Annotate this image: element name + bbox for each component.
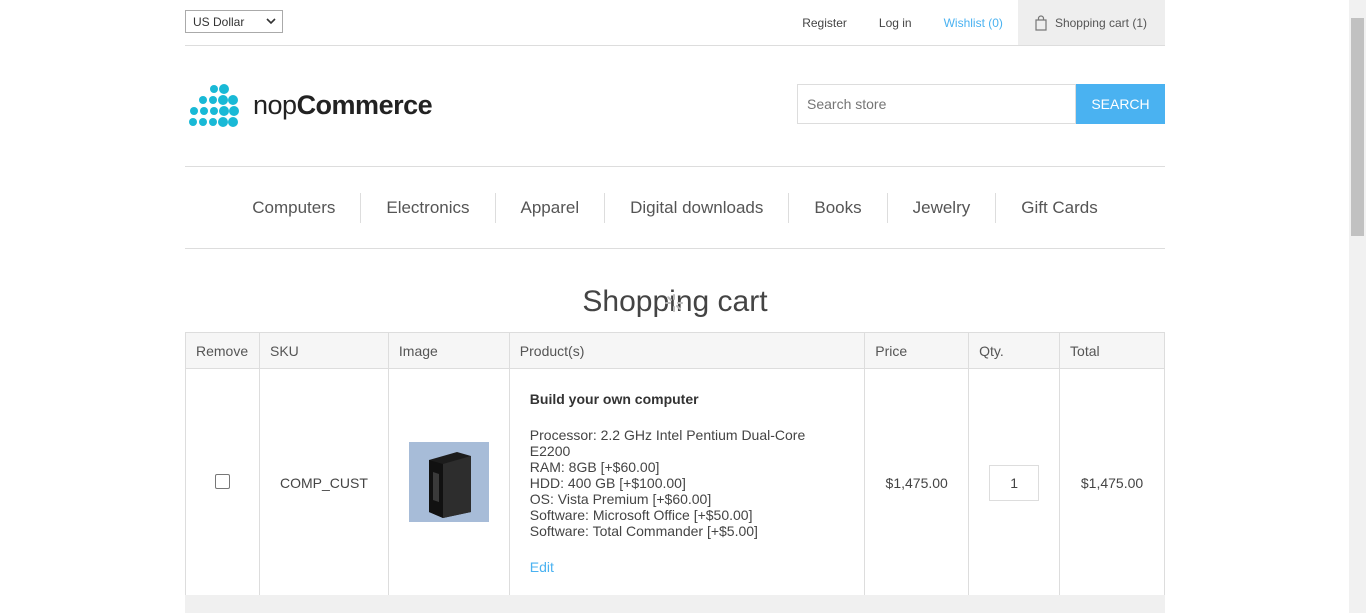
register-link[interactable]: Register: [802, 16, 847, 30]
column-header-qty: Qty.: [968, 332, 1061, 369]
scrollbar-thumb[interactable]: [1351, 18, 1364, 236]
product-cell: Build your own computer Processor: 2.2 G…: [508, 368, 866, 598]
login-link[interactable]: Log in: [879, 16, 912, 30]
top-menu: Computers Electronics Apparel Digital do…: [185, 166, 1165, 249]
table-row: COMP_CUST Build your own computer Proces…: [185, 368, 1165, 598]
nav-item-computers[interactable]: Computers: [227, 192, 362, 223]
currency-value: US Dollar: [193, 15, 245, 29]
computer-tower-icon: [428, 451, 471, 518]
product-attribute-os: OS: Vista Premium [+$60.00]: [529, 491, 712, 507]
loading-spinner-icon: [665, 294, 683, 312]
shopping-cart-label: Shopping cart (1): [1054, 15, 1147, 30]
subtotal: $1,475.00: [1059, 368, 1165, 598]
remove-cell: [185, 368, 260, 598]
edit-link[interactable]: Edit: [530, 559, 844, 575]
header-links: Register Log in Wishlist (0) Shopping ca…: [786, 0, 1165, 45]
nav-item-digital-downloads[interactable]: Digital downloads: [605, 192, 790, 223]
unit-price: $1,475.00: [864, 368, 970, 598]
logo-text: nopCommerce: [253, 89, 433, 120]
image-cell: [387, 368, 510, 598]
quantity-input[interactable]: 1: [989, 465, 1040, 501]
remove-checkbox[interactable]: [214, 474, 230, 489]
currency-selector[interactable]: US Dollar: [185, 10, 283, 33]
qty-cell: 1: [968, 368, 1061, 598]
product-attribute-software-commander: Software: Total Commander [+$5.00]: [529, 523, 758, 539]
product-name[interactable]: Build your own computer: [530, 391, 844, 407]
column-header-image: Image: [387, 332, 510, 369]
nav-item-books[interactable]: Books: [789, 192, 888, 223]
wishlist-link[interactable]: Wishlist (0): [944, 16, 1003, 30]
cart-table: Remove SKU Image Product(s) Price Qty. T…: [185, 332, 1165, 598]
product-attribute-ram: RAM: 8GB [+$60.00]: [529, 459, 660, 475]
table-header-row: Remove SKU Image Product(s) Price Qty. T…: [185, 332, 1165, 369]
search-input[interactable]: [797, 84, 1076, 124]
product-attribute-processor: Processor: 2.2 GHz Intel Pentium Dual-Co…: [529, 427, 806, 459]
sku-value: COMP_CUST: [258, 368, 389, 598]
product-attribute-software-office: Software: Microsoft Office [+$50.00]: [529, 507, 753, 523]
shopping-bag-icon: [1035, 14, 1047, 31]
column-header-remove: Remove: [185, 332, 260, 369]
column-header-sku: SKU: [258, 332, 389, 369]
header-top-bar: US Dollar Register Log in Wishlist (0) S…: [185, 0, 1165, 46]
product-attribute-hdd: HDD: 400 GB [+$100.00]: [529, 475, 686, 491]
nav-item-gift-cards[interactable]: Gift Cards: [996, 193, 1123, 223]
nav-item-apparel[interactable]: Apparel: [496, 192, 606, 223]
search-button[interactable]: SEARCH: [1076, 84, 1165, 124]
nav-item-jewelry[interactable]: Jewelry: [888, 192, 997, 223]
nav-item-electronics[interactable]: Electronics: [361, 192, 496, 223]
column-header-total: Total: [1059, 332, 1165, 369]
column-header-products: Product(s): [508, 332, 866, 369]
logo-dots-icon: [189, 84, 239, 127]
shopping-cart-link[interactable]: Shopping cart (1): [1017, 0, 1165, 45]
store-logo[interactable]: nopCommerce: [185, 80, 435, 130]
product-image[interactable]: [408, 441, 489, 522]
vertical-scrollbar[interactable]: [1349, 0, 1366, 613]
cart-footer-band: [185, 595, 1165, 613]
chevron-down-icon: [266, 18, 276, 25]
column-header-price: Price: [864, 332, 970, 369]
